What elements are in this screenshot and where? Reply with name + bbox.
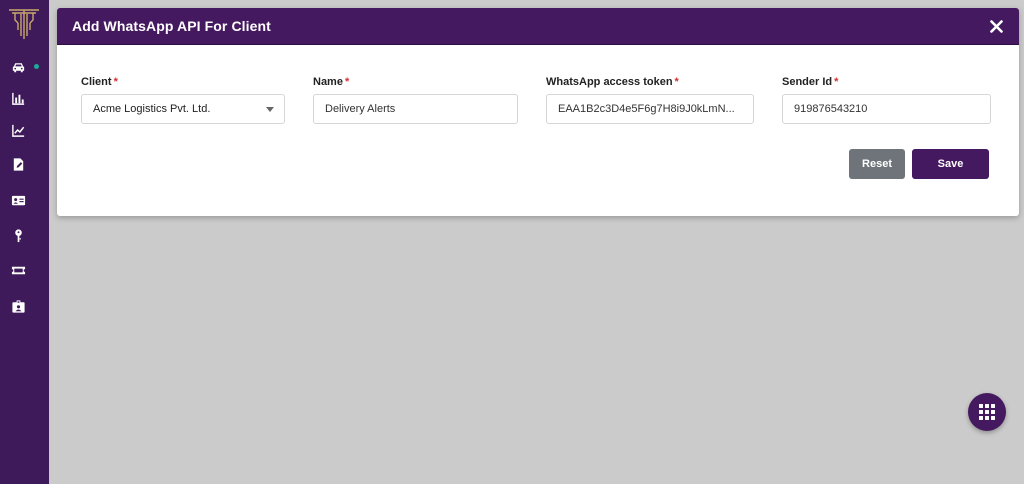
sender-id-label: Sender Id * bbox=[782, 76, 839, 88]
token-label: WhatsApp access token * bbox=[546, 76, 679, 88]
line-chart-icon bbox=[11, 124, 24, 137]
document-edit-icon bbox=[13, 157, 23, 171]
car-icon bbox=[12, 62, 24, 72]
sidebar-item-vehicles[interactable] bbox=[0, 52, 36, 82]
client-field: Client * Acme Logistics Pvt. Ltd. bbox=[81, 76, 285, 124]
sidebar bbox=[0, 0, 49, 484]
name-input[interactable] bbox=[313, 94, 518, 124]
close-icon bbox=[989, 19, 1003, 33]
key-icon bbox=[14, 228, 22, 242]
reset-button[interactable]: Reset bbox=[849, 149, 905, 179]
chevron-down-icon bbox=[266, 106, 274, 112]
client-select-value: Acme Logistics Pvt. Ltd. bbox=[93, 103, 211, 115]
grid-icon bbox=[979, 404, 995, 420]
bar-chart-icon bbox=[11, 92, 24, 105]
ticket-icon bbox=[11, 266, 25, 274]
sidebar-item-contacts[interactable] bbox=[0, 185, 36, 215]
id-card-icon bbox=[11, 195, 25, 205]
sidebar-item-badges[interactable] bbox=[0, 291, 36, 321]
token-input[interactable] bbox=[546, 94, 754, 124]
badge-icon bbox=[11, 299, 25, 313]
save-button[interactable]: Save bbox=[912, 149, 989, 179]
sidebar-item-tickets[interactable] bbox=[0, 255, 36, 285]
name-label: Name * bbox=[313, 76, 350, 88]
active-indicator bbox=[34, 64, 39, 69]
client-label: Client * bbox=[81, 76, 118, 88]
token-field: WhatsApp access token * bbox=[546, 76, 754, 124]
sidebar-item-analytics[interactable] bbox=[0, 115, 36, 145]
required-mark: * bbox=[344, 76, 350, 88]
modal-header: Add WhatsApp API For Client bbox=[57, 8, 1019, 45]
name-field: Name * bbox=[313, 76, 518, 124]
add-whatsapp-api-modal: Add WhatsApp API For Client Client * Acme… bbox=[57, 8, 1019, 216]
modal-title: Add WhatsApp API For Client bbox=[72, 18, 271, 34]
required-mark: * bbox=[834, 76, 839, 88]
required-mark: * bbox=[674, 76, 679, 88]
logo-icon bbox=[9, 9, 39, 39]
close-button[interactable] bbox=[987, 17, 1005, 35]
sidebar-item-documents[interactable] bbox=[0, 149, 36, 179]
required-mark: * bbox=[113, 76, 118, 88]
sidebar-item-keys[interactable] bbox=[0, 220, 36, 250]
apps-menu-button[interactable] bbox=[968, 393, 1006, 431]
sender-id-input[interactable] bbox=[782, 94, 991, 124]
sender-id-field: Sender Id * bbox=[782, 76, 991, 124]
sidebar-item-reports[interactable] bbox=[0, 83, 36, 113]
client-select[interactable]: Acme Logistics Pvt. Ltd. bbox=[81, 94, 285, 124]
